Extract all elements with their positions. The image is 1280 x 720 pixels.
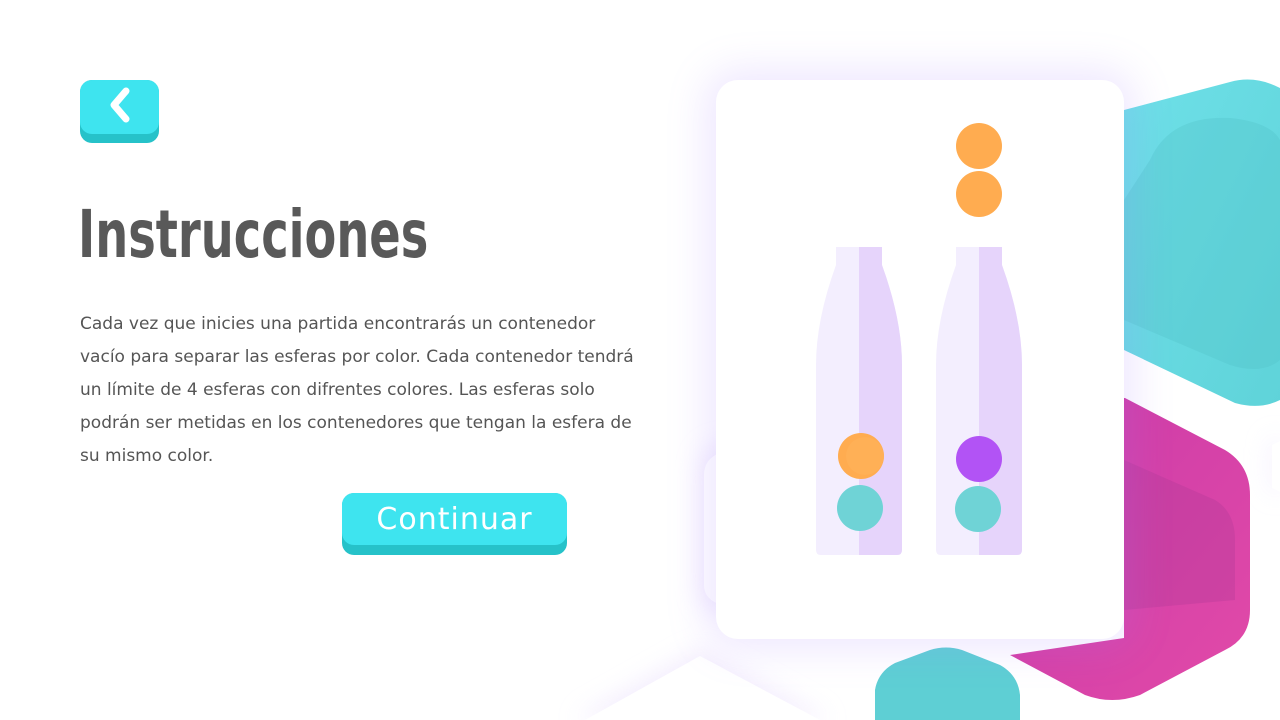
instructions-text: Cada vez que inicies una partida encontr… xyxy=(80,314,634,466)
sorting-illustration xyxy=(816,123,1022,555)
floating-orange-sphere xyxy=(956,171,1002,217)
bottle-2 xyxy=(936,247,1022,555)
purple-sphere xyxy=(956,436,1002,482)
continue-button-label: Continuar xyxy=(342,493,567,545)
back-button[interactable] xyxy=(80,80,159,143)
continue-button[interactable]: Continuar xyxy=(342,493,567,555)
chevron-left-icon xyxy=(105,85,135,129)
floating-orange-sphere xyxy=(956,123,1002,169)
bottle-1 xyxy=(816,247,902,555)
teal-sphere xyxy=(955,486,1001,532)
illustration-card xyxy=(716,80,1124,639)
page-title: Instrucciones xyxy=(78,196,429,273)
teal-sphere xyxy=(837,485,883,531)
